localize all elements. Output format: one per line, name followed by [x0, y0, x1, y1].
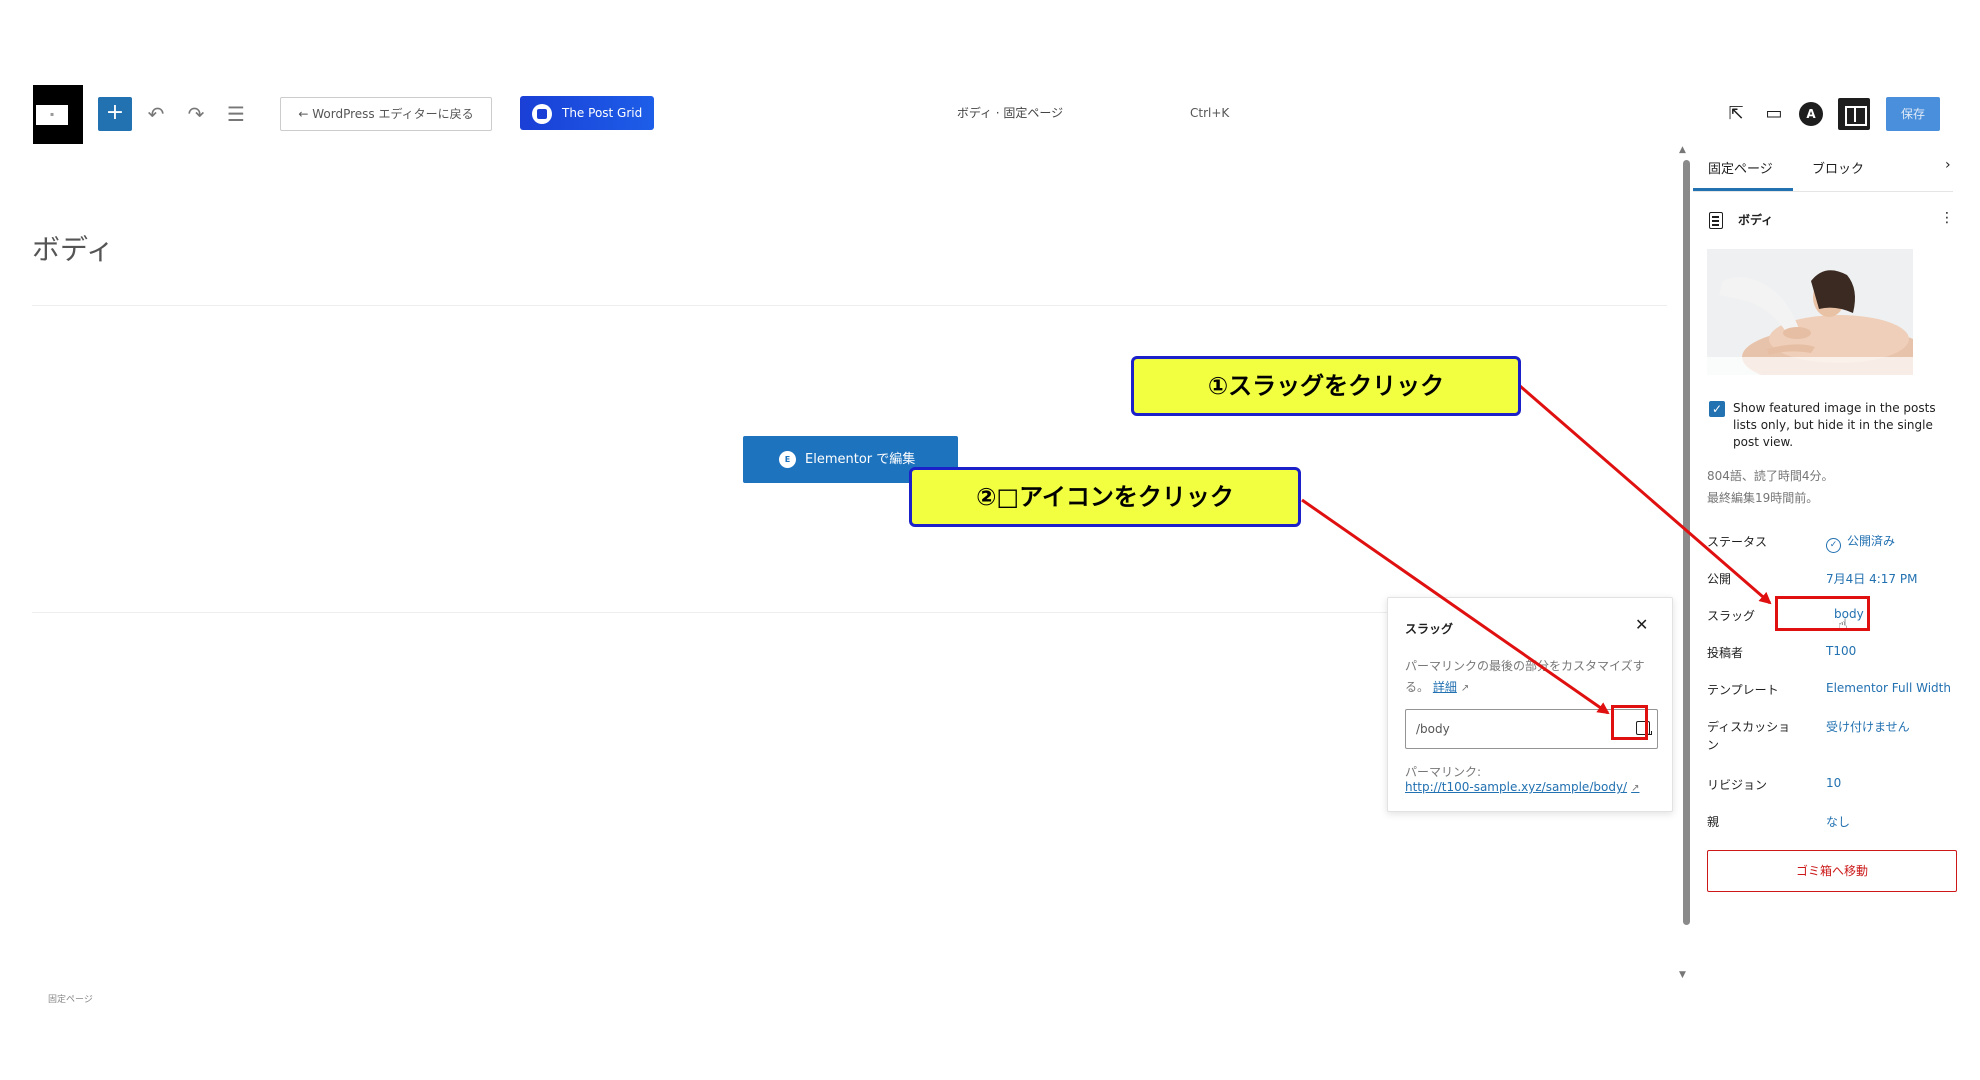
redo-icon[interactable]: ↷	[182, 100, 210, 128]
scroll-down-arrow-icon[interactable]: ▼	[1679, 970, 1686, 980]
slug-help-link[interactable]: 詳細	[1433, 680, 1457, 694]
template-value[interactable]: Elementor Full Width	[1826, 681, 1951, 695]
elementor-button-label: Elementor で編集	[805, 452, 916, 467]
revisions-value[interactable]: 10	[1826, 776, 1841, 790]
permalink-link[interactable]: http://t100-sample.xyz/sample/body/ ↗	[1405, 780, 1639, 794]
post-grid-label: The Post Grid	[562, 106, 643, 120]
post-grid-icon	[532, 104, 552, 124]
featured-image-checkbox[interactable]: ✓	[1709, 401, 1725, 417]
author-value[interactable]: T100	[1826, 644, 1856, 658]
slug-help-text: パーマリンクの最後の部分をカスタマイズする。 詳細 ↗	[1405, 656, 1665, 699]
slug-input-value: /body	[1416, 722, 1450, 736]
slug-label: スラッグ	[1707, 609, 1756, 623]
close-icon[interactable]: ✕	[1635, 615, 1648, 634]
back-to-wordpress-editor-button[interactable]: ← WordPress エディターに戻る	[280, 97, 492, 131]
add-block-button[interactable]: +	[98, 97, 132, 131]
page-title[interactable]: ボディ	[32, 228, 114, 268]
divider	[32, 305, 1667, 306]
document-overview-icon[interactable]: ☰	[222, 100, 250, 128]
status-value[interactable]: ✓ 公開済み	[1826, 532, 1895, 553]
copy-icon-highlight-box	[1611, 705, 1648, 740]
move-to-trash-button[interactable]: ゴミ箱へ移動	[1707, 850, 1957, 892]
revisions-label: リビジョン	[1707, 778, 1768, 792]
close-sidebar-icon[interactable]: ›	[1945, 157, 1951, 173]
elementor-icon: E	[779, 451, 796, 468]
scrollbar-thumb[interactable]	[1683, 160, 1690, 925]
permalink-url[interactable]: http://t100-sample.xyz/sample/body/	[1405, 780, 1627, 794]
featured-image[interactable]	[1707, 249, 1913, 375]
discussion-label: ディスカッション	[1707, 720, 1791, 752]
undo-icon[interactable]: ↶	[142, 100, 170, 128]
featured-image-checkbox-label: Show featured image in the posts lists o…	[1733, 401, 1936, 449]
status-label: ステータス	[1707, 535, 1768, 549]
preview-device-icon[interactable]: ▭	[1759, 99, 1789, 129]
external-link-icon: ↗	[1460, 683, 1470, 694]
astra-settings-icon[interactable]: A	[1799, 102, 1823, 126]
publish-date-value[interactable]: 7月4日 4:17 PM	[1826, 570, 1917, 587]
slug-highlight-box	[1775, 596, 1870, 631]
template-label: テンプレート	[1707, 683, 1779, 697]
breadcrumb[interactable]: 固定ページ	[48, 992, 93, 1005]
author-label: 投稿者	[1707, 646, 1744, 660]
annotation-step2-callout: ②□アイコンをクリック	[909, 467, 1301, 527]
command-palette-shortcut: Ctrl+K	[1190, 106, 1230, 120]
the-post-grid-button[interactable]: The Post Grid	[520, 96, 654, 130]
site-logo-mark: ▪	[36, 105, 68, 125]
publish-label: 公開	[1707, 572, 1732, 586]
tab-page[interactable]: 固定ページ	[1708, 158, 1773, 177]
featured-image-graphic	[1707, 249, 1913, 375]
word-count: 804語、読了時間4分。	[1707, 469, 1834, 483]
save-button[interactable]: 保存	[1886, 97, 1940, 131]
settings-panel-toggle-icon[interactable]	[1838, 98, 1870, 130]
parent-label: 親	[1707, 815, 1720, 829]
permalink-label: パーマリンク:	[1405, 765, 1482, 779]
site-logo[interactable]: ▪	[33, 85, 83, 144]
page-document-icon	[1709, 212, 1723, 229]
last-edited: 最終編集19時間前。	[1707, 491, 1819, 505]
document-title-bar[interactable]: ボディ · 固定ページ	[900, 104, 1120, 121]
status-value-text: 公開済み	[1847, 534, 1896, 548]
parent-value[interactable]: なし	[1826, 813, 1850, 830]
external-link-icon: ↗	[1631, 783, 1640, 794]
divider	[1693, 191, 1953, 192]
discussion-value[interactable]: 受け付けません	[1826, 718, 1910, 735]
sidebar-doc-title: ボディ	[1738, 213, 1774, 227]
plus-icon: +	[105, 100, 125, 125]
slug-popover-title: スラッグ	[1405, 622, 1454, 636]
scroll-up-arrow-icon[interactable]: ▲	[1679, 145, 1686, 155]
more-options-icon[interactable]: ⋮	[1940, 210, 1954, 226]
tab-block[interactable]: ブロック	[1812, 158, 1864, 177]
view-page-external-icon[interactable]: ⇱	[1721, 99, 1751, 129]
annotation-step1-callout: ①スラッグをクリック	[1131, 356, 1521, 416]
check-circle-icon: ✓	[1826, 538, 1841, 553]
